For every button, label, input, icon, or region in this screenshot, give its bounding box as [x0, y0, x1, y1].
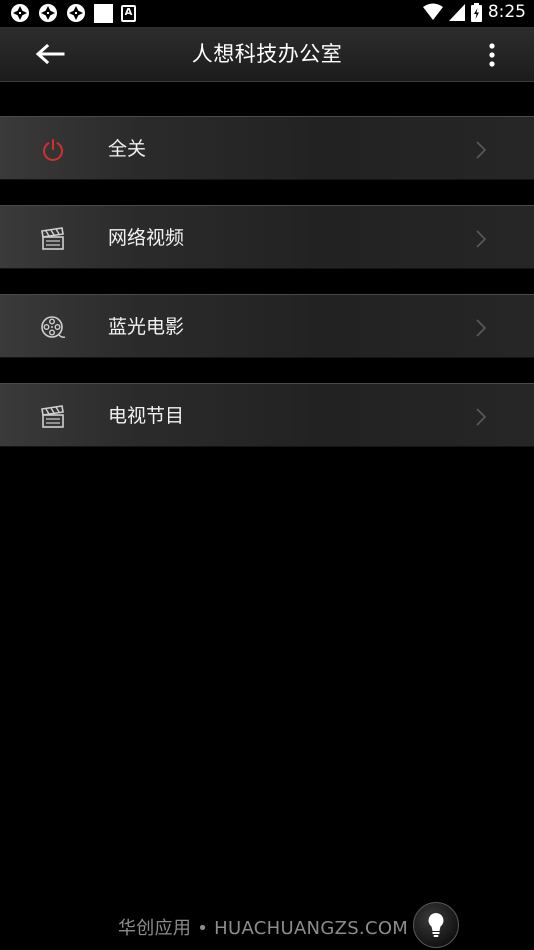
- chevron-right-icon: [476, 230, 487, 248]
- page-title: 人想科技办公室: [191, 42, 343, 66]
- list-item-all-off[interactable]: 全关: [0, 116, 534, 180]
- lightbulb-icon: [428, 913, 444, 937]
- status-bar: A 8:25: [0, 0, 534, 27]
- status-bar-notifications: A: [10, 3, 136, 23]
- white-square-icon: [94, 3, 113, 23]
- battery-icon: [470, 2, 482, 22]
- list-item-label: 网络视频: [108, 227, 185, 249]
- film-reel-icon: [38, 313, 68, 343]
- wifi-icon: [422, 3, 443, 20]
- status-bar-system: 8:25: [422, 2, 526, 22]
- list-item-label: 全关: [108, 138, 147, 160]
- app-bar: 人想科技办公室: [0, 27, 534, 82]
- a-badge-icon: A: [121, 4, 136, 22]
- list-item-label: 电视节目: [108, 405, 185, 427]
- aperture-icon: [39, 4, 57, 22]
- chevron-right-icon: [476, 408, 487, 426]
- power-icon: [38, 135, 68, 165]
- more-options-button[interactable]: [480, 38, 504, 72]
- footer: 华创应用 • HUACHUANGZS.COM: [0, 900, 534, 950]
- cell-signal-icon: [448, 3, 465, 21]
- chevron-right-icon: [476, 319, 487, 337]
- list-item-tv-programs[interactable]: 电视节目: [0, 383, 534, 447]
- clapperboard-icon: [38, 224, 68, 254]
- chevron-right-icon: [476, 141, 487, 159]
- list-item-web-video[interactable]: 网络视频: [0, 205, 534, 269]
- clapperboard-icon: [38, 402, 68, 432]
- aperture-icon: [67, 4, 85, 22]
- more-vert-icon: [489, 43, 495, 67]
- lightbulb-button[interactable]: [413, 902, 459, 948]
- footer-watermark: 华创应用 • HUACHUANGZS.COM: [118, 918, 409, 939]
- aperture-icon: [11, 4, 29, 22]
- list-item-label: 蓝光电影: [108, 316, 185, 338]
- list-item-bluray[interactable]: 蓝光电影: [0, 294, 534, 358]
- status-time: 8:25: [487, 2, 526, 22]
